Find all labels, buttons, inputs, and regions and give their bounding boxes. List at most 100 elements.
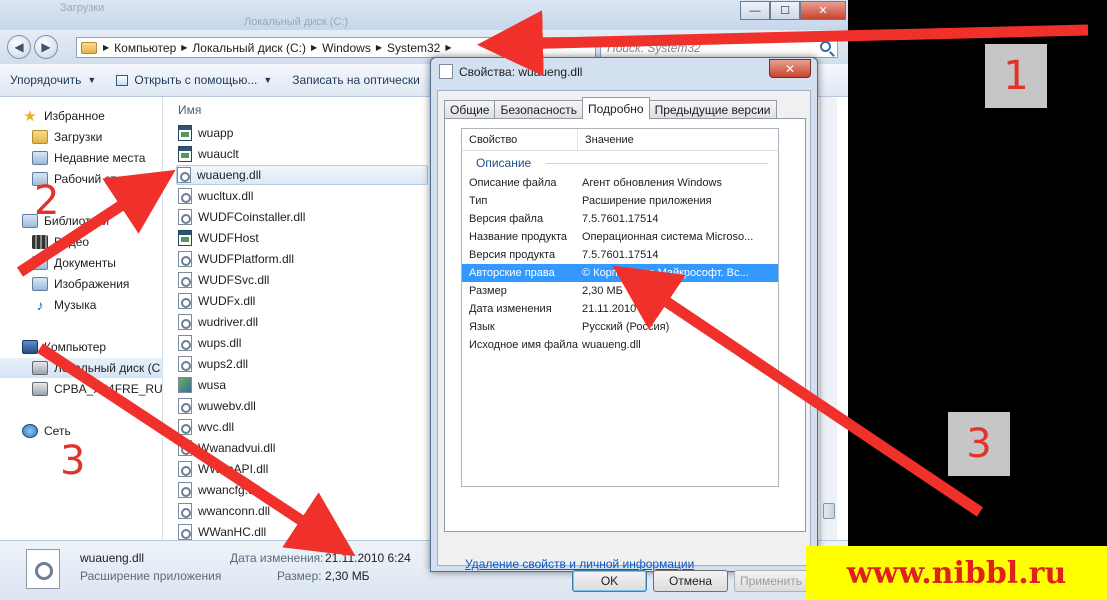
sidebar-item-label: Изображения [54, 277, 130, 291]
file-row[interactable]: wucltux.dll [178, 186, 430, 206]
sidebar-item-label: CPBA_X64FRE_RU-R [54, 382, 163, 396]
apply-button[interactable]: Применить [734, 570, 808, 592]
search-icon[interactable] [820, 41, 831, 52]
file-row[interactable]: WWanAPI.dll [178, 459, 430, 479]
property-row[interactable]: Тип Расширение приложения [462, 192, 778, 210]
dialog-body: Общие Безопасность Подробно Предыдущие в… [437, 90, 811, 592]
breadcrumb-local-disk[interactable]: Локальный диск (C:) [187, 41, 311, 55]
file-row[interactable]: wusa [178, 375, 430, 395]
file-row[interactable]: WWanHC.dll [178, 522, 430, 540]
ghost-title-disk: Локальный диск (C:) [244, 16, 349, 28]
breadcrumb-windows[interactable]: Windows [317, 41, 376, 55]
music-note-icon: ♪ [36, 297, 44, 313]
dialog-close-button[interactable]: ✕ [769, 59, 811, 78]
tab-security[interactable]: Безопасность [494, 100, 584, 119]
sidebar-item-label: Недавние места [54, 151, 146, 165]
sidebar-item-pictures[interactable]: Изображения [32, 274, 129, 294]
file-name: WWanAPI.dll [198, 462, 269, 476]
file-row[interactable]: WUDFHost [178, 228, 430, 248]
scrollbar-thumb[interactable] [823, 503, 835, 519]
property-value: Русский (Россия) [582, 321, 670, 333]
file-row-selected[interactable]: wuaueng.dll [176, 165, 428, 185]
column-header-value[interactable]: Значение [578, 129, 634, 150]
file-row[interactable]: wuauclt [178, 144, 430, 164]
file-row[interactable]: wudriver.dll [178, 312, 430, 332]
status-modified-value: 21.11.2010 6:24 [325, 551, 411, 565]
cancel-button[interactable]: Отмена [653, 570, 728, 592]
sidebar-item-video[interactable]: Видео [32, 232, 89, 252]
file-row[interactable]: wuapp [178, 123, 430, 143]
status-file-name: wuaueng.dll [80, 551, 145, 565]
file-name: wuwebv.dll [198, 399, 256, 413]
dll-file-icon [178, 314, 192, 330]
file-row[interactable]: WUDFCoinstaller.dll [178, 207, 430, 227]
property-row[interactable]: Версия продукта 7.5.7601.17514 [462, 246, 778, 264]
file-name: Wwanadvui.dll [198, 441, 276, 455]
property-row[interactable]: Размер 2,30 МБ [462, 282, 778, 300]
sidebar-item-downloads[interactable]: Загрузки [32, 127, 102, 147]
file-row[interactable]: wwancfg.dll [178, 480, 430, 500]
file-row[interactable]: WUDFx.dll [178, 291, 430, 311]
sidebar-item-documents[interactable]: Документы [32, 253, 116, 273]
minimize-button[interactable]: — [740, 1, 770, 20]
column-header-name[interactable]: Имя [178, 103, 201, 117]
properties-dialog: Свойства: wuaueng.dll ✕ Общие Безопаснос… [430, 57, 818, 592]
sidebar-item-computer[interactable]: Компьютер [22, 337, 106, 357]
property-row[interactable]: Название продукта Операционная система Mi… [462, 228, 778, 246]
property-name: Авторские права [469, 267, 555, 279]
address-bar[interactable]: ▶ Компьютер ▶ Локальный диск (C:) ▶ Wind… [76, 37, 596, 58]
sidebar-item-dvd[interactable]: CPBA_X64FRE_RU-R [32, 379, 163, 399]
organize-button[interactable]: Упорядочить ▼ [0, 68, 106, 92]
file-name: WWanHC.dll [198, 525, 267, 539]
property-row[interactable]: Версия файла 7.5.7601.17514 [462, 210, 778, 228]
file-name: wwanconn.dll [198, 504, 271, 518]
breadcrumb-system32[interactable]: System32 [382, 41, 445, 55]
dll-file-icon [178, 524, 192, 540]
forward-button[interactable]: ▶ [34, 35, 58, 59]
folder-icon [32, 130, 48, 144]
burn-button[interactable]: Записать на оптически [282, 68, 430, 92]
group-divider [546, 163, 768, 164]
tab-general[interactable]: Общие [444, 100, 496, 119]
property-row[interactable]: Исходное имя файла wuaueng.dll [462, 336, 778, 354]
sidebar-item-recent[interactable]: Недавние места [32, 148, 145, 168]
file-row[interactable]: WUDFPlatform.dll [178, 249, 430, 269]
sidebar-item-music[interactable]: ♪ Музыка [32, 295, 97, 315]
file-row[interactable]: wwanconn.dll [178, 501, 430, 521]
file-name: wucltux.dll [198, 189, 254, 203]
file-row[interactable]: WUDFSvc.dll [178, 270, 430, 290]
back-arrow-icon: ◀ [14, 40, 24, 54]
open-with-label: Открыть с помощью... [134, 73, 258, 87]
search-input[interactable]: Поиск: System32 [600, 37, 838, 58]
file-row[interactable]: wups.dll [178, 333, 430, 353]
sidebar-item-local-disk[interactable]: Локальный диск (C [0, 358, 162, 378]
property-row[interactable]: Дата изменения 21.11.2010 6:24 [462, 300, 778, 318]
property-name: Описание файла [469, 177, 557, 189]
vertical-scrollbar[interactable] [820, 97, 837, 540]
ok-button[interactable]: OK [572, 570, 647, 592]
properties-list[interactable]: Свойство Значение Описание Описание файл… [461, 128, 779, 487]
chevron-down-icon: ▼ [87, 75, 97, 85]
sidebar-item-favorites[interactable]: ★ Избранное [22, 106, 105, 126]
open-with-button[interactable]: Открыть с помощью... ▼ [106, 68, 282, 92]
breadcrumb-separator-icon[interactable]: ▶ [445, 43, 451, 52]
file-row[interactable]: wvc.dll [178, 417, 430, 437]
tab-previous-versions[interactable]: Предыдущие версии [648, 100, 777, 119]
dll-file-icon [177, 167, 191, 183]
property-row[interactable]: Описание файла Агент обновления Windows [462, 174, 778, 192]
file-row[interactable]: wuwebv.dll [178, 396, 430, 416]
file-row[interactable]: wups2.dll [178, 354, 430, 374]
back-button[interactable]: ◀ [7, 35, 31, 59]
tab-details[interactable]: Подробно [582, 97, 650, 119]
property-value: 21.11.2010 6:24 [582, 303, 661, 315]
sidebar-item-label: Музыка [54, 298, 97, 312]
file-row[interactable]: Wwanadvui.dll [178, 438, 430, 458]
app-icon [178, 125, 192, 141]
maximize-button[interactable]: ☐ [770, 1, 800, 20]
breadcrumb-computer[interactable]: Компьютер [109, 41, 181, 55]
remove-properties-link[interactable]: Удаление свойств и личной информации [465, 557, 694, 571]
property-row[interactable]: Авторские права © Корпорация Майкрософт. … [462, 264, 778, 282]
close-button[interactable]: ✕ [800, 1, 846, 20]
property-row[interactable]: Язык Русский (Россия) [462, 318, 778, 336]
column-header-property[interactable]: Свойство [462, 129, 578, 150]
